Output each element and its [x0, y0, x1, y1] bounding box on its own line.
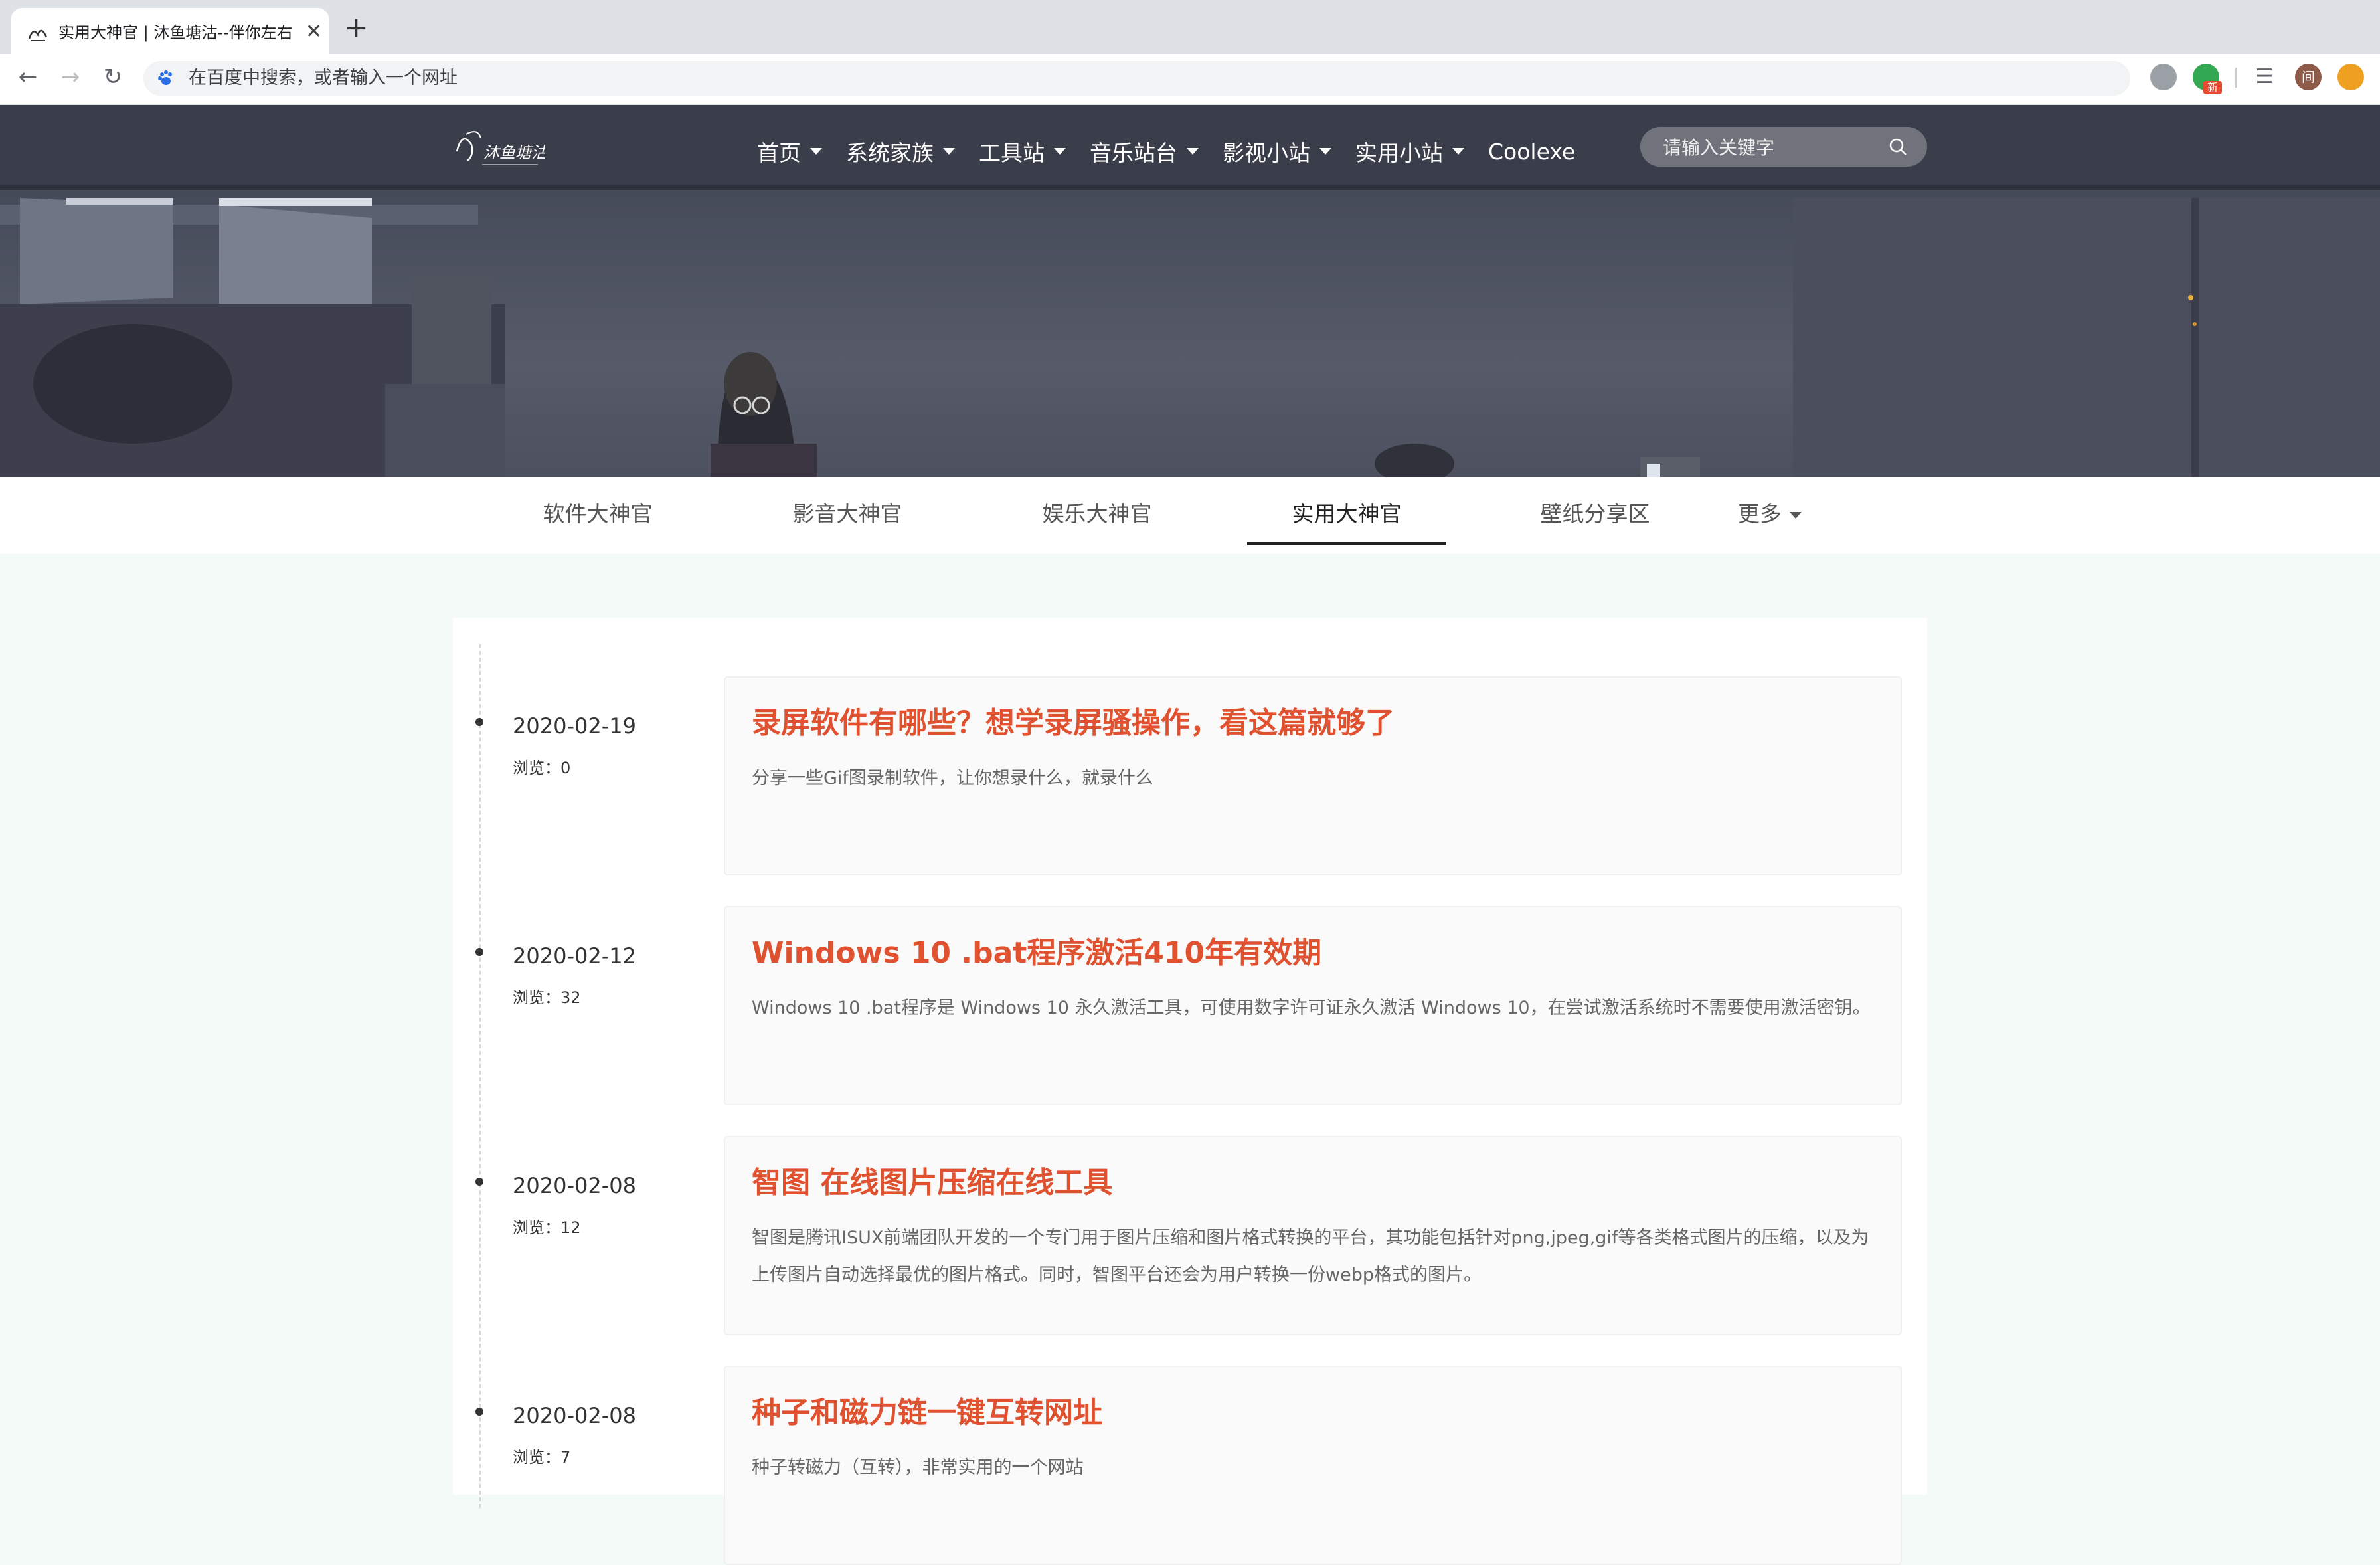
search-input[interactable] [1661, 127, 1883, 168]
new-tab-icon[interactable]: + [344, 13, 369, 43]
site-search [1640, 127, 1927, 168]
site-logo[interactable]: 沐鱼塘沽 [452, 121, 545, 174]
tab-practical[interactable]: 实用大神官 [1247, 477, 1446, 545]
caret-down-icon [1319, 148, 1331, 155]
nav-item-system-family[interactable]: 系统家族 [846, 136, 955, 167]
caret-down-icon [1790, 511, 1802, 519]
tab-label: 影音大神官 [792, 501, 902, 527]
omnibox[interactable]: 在百度中搜索，或者输入一个网址 [143, 61, 2130, 96]
nav-item-label: 影视小站 [1223, 140, 1310, 166]
tab-close-icon[interactable]: ✕ [305, 20, 322, 44]
toolbar-divider [2235, 68, 2237, 88]
tab-label: 壁纸分享区 [1540, 501, 1650, 527]
post-title[interactable]: 智图 在线图片压缩在线工具 [752, 1158, 1112, 1201]
timeline-line [479, 644, 481, 1508]
post-card[interactable]: 智图 在线图片压缩在线工具 智图是腾讯ISUX前端团队开发的一个专门用于图片压缩… [724, 1136, 1902, 1335]
site-favicon-icon [28, 29, 48, 41]
post-card[interactable]: Windows 10 .bat程序激活410年有效期 Windows 10 .b… [724, 906, 1902, 1105]
tab-entertainment[interactable]: 娱乐大神官 [1031, 477, 1163, 554]
timeline-dot [475, 1178, 483, 1186]
post-views: 浏览：0 [513, 759, 571, 777]
logo-wordmark: 沐鱼塘沽 [483, 143, 545, 162]
nav-item-label: 首页 [757, 140, 801, 166]
update-icon[interactable] [2338, 64, 2364, 90]
checkmark-extension-icon[interactable]: 新 [2193, 64, 2222, 94]
tab-label: 软件大神官 [543, 501, 653, 527]
nav-item-video[interactable]: 影视小站 [1223, 136, 1331, 167]
caret-down-icon [943, 148, 955, 155]
post-excerpt: 种子转磁力（互转），非常实用的一个网站 [752, 1457, 1084, 1478]
back-icon[interactable]: ← [12, 61, 44, 93]
forward-icon[interactable]: → [54, 61, 86, 93]
hero-banner: 沐鱼塘沽 首页 系统家族 工具站 音乐站台 影视小站 实用小站 Coolexe [0, 105, 2380, 477]
tab-title: 实用大神官 | 沐鱼塘沽--伴你左右 [58, 23, 293, 42]
post-excerpt: 智图是腾讯ISUX前端团队开发的一个专门用于图片压缩和图片格式转换的平台，其功能… [752, 1228, 1869, 1285]
tab-more[interactable]: 更多 [1720, 477, 1820, 554]
nav-item-practical[interactable]: 实用小站 [1355, 136, 1464, 167]
reading-list-icon[interactable]: ☰ [2249, 61, 2280, 93]
category-tabs: 软件大神官 影音大神官 娱乐大神官 实用大神官 壁纸分享区 更多 [0, 477, 2380, 554]
baidu-paw-icon [158, 70, 172, 85]
nav-item-label: 系统家族 [846, 140, 934, 166]
timeline-dot [475, 718, 483, 726]
tab-label: 实用大神官 [1292, 501, 1402, 527]
nav-item-label: Coolexe [1488, 138, 1576, 165]
caret-down-icon [810, 148, 822, 155]
tab-label: 更多 [1738, 501, 1782, 527]
post-views: 浏览：7 [513, 1448, 571, 1467]
tab-wallpaper[interactable]: 壁纸分享区 [1529, 477, 1661, 554]
caret-down-icon [1054, 148, 1066, 155]
post-date: 2020-02-08 [513, 1403, 636, 1428]
post-title[interactable]: 种子和磁力链一键互转网址 [752, 1388, 1102, 1431]
timeline-dot [475, 948, 483, 956]
post-views: 浏览：12 [513, 1218, 581, 1237]
caret-down-icon [1452, 148, 1464, 155]
post-card[interactable]: 录屏软件有哪些？想学录屏骚操作，看这篇就够了 分享一些Gif图录制软件，让你想录… [724, 676, 1902, 875]
main-navigation: 首页 系统家族 工具站 音乐站台 影视小站 实用小站 Coolexe [757, 130, 1599, 173]
post-date: 2020-02-19 [513, 713, 636, 739]
browser-tab[interactable]: 实用大神官 | 沐鱼塘沽--伴你左右 ✕ [11, 8, 329, 56]
post-date: 2020-02-08 [513, 1173, 636, 1198]
nav-item-label: 工具站 [979, 140, 1045, 166]
profile-avatar[interactable]: 间 [2295, 64, 2322, 90]
timeline-dot [475, 1408, 483, 1416]
browser-tab-strip: 实用大神官 | 沐鱼塘沽--伴你左右 ✕ + [0, 0, 2380, 56]
nav-item-home[interactable]: 首页 [757, 136, 822, 167]
post-card[interactable]: 种子和磁力链一键互转网址 种子转磁力（互转），非常实用的一个网站 [724, 1366, 1902, 1565]
post-title[interactable]: 录屏软件有哪些？想学录屏骚操作，看这篇就够了 [752, 699, 1395, 741]
nav-item-music[interactable]: 音乐站台 [1090, 136, 1199, 167]
new-badge: 新 [2203, 81, 2222, 94]
post-title[interactable]: Windows 10 .bat程序激活410年有效期 [752, 929, 1321, 971]
nav-item-label: 音乐站台 [1090, 140, 1177, 166]
post-date: 2020-02-12 [513, 943, 636, 968]
browser-toolbar: ← → ↻ 在百度中搜索，或者输入一个网址 新 ☰ 间 [0, 54, 2380, 105]
post-excerpt: Windows 10 .bat程序是 Windows 10 永久激活工具，可使用… [752, 998, 1871, 1018]
reload-icon[interactable]: ↻ [97, 61, 129, 93]
tab-label: 娱乐大神官 [1042, 501, 1152, 527]
post-excerpt: 分享一些Gif图录制软件，让你想录什么，就录什么 [752, 768, 1153, 788]
search-icon[interactable] [1887, 136, 1909, 157]
tab-software[interactable]: 软件大神官 [531, 477, 664, 554]
globe-extension-icon[interactable] [2150, 64, 2177, 90]
caret-down-icon [1187, 148, 1199, 155]
nav-item-tools[interactable]: 工具站 [979, 136, 1066, 167]
tab-media[interactable]: 影音大神官 [781, 477, 914, 554]
omnibox-placeholder: 在百度中搜索，或者输入一个网址 [189, 68, 458, 88]
nav-item-coolexe[interactable]: Coolexe [1488, 139, 1575, 165]
nav-item-label: 实用小站 [1355, 140, 1443, 166]
post-views: 浏览：32 [513, 988, 581, 1007]
